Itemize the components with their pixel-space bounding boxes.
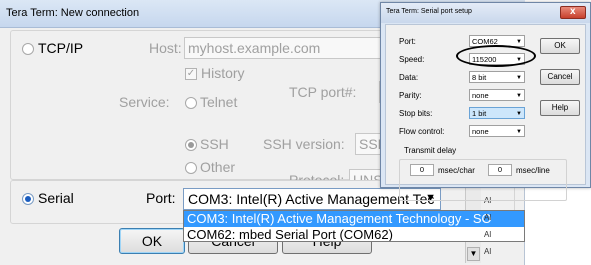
- sp-parity-label: Parity:: [399, 91, 422, 100]
- ssh-label: SSH: [200, 136, 229, 152]
- serial-port-setup-window: Tera Term: Serial port setup Port: COM62…: [380, 2, 591, 201]
- port-dropdown-list[interactable]: COM3: Intel(R) Active Management Technol…: [183, 210, 525, 242]
- close-icon[interactable]: [560, 6, 586, 19]
- sp-stop-label: Stop bits:: [399, 109, 433, 118]
- ssh-radio[interactable]: [185, 139, 197, 151]
- side-list-item: Al: [484, 247, 492, 256]
- tcp-ip-label: TCP/IP: [38, 40, 84, 56]
- history-checkbox[interactable]: ✓: [185, 68, 197, 80]
- sp-stop-value: 1 bit: [472, 109, 487, 118]
- checkmark-icon: ✓: [186, 68, 196, 79]
- sp-parity-select[interactable]: none ▼: [469, 89, 525, 101]
- tcp-port-label: TCP port#:: [289, 84, 357, 100]
- sp-cancel-button[interactable]: Cancel: [540, 69, 580, 85]
- ssh-version-label: SSH version:: [263, 136, 345, 152]
- line-delay-unit: msec/line: [516, 166, 550, 175]
- window-title: Tera Term: New connection: [6, 7, 140, 19]
- sp-parity-value: none: [472, 91, 489, 100]
- port-label: Port:: [146, 190, 176, 206]
- sp-port-label: Port:: [399, 37, 416, 46]
- port-option[interactable]: COM3: Intel(R) Active Management Technol…: [184, 211, 524, 227]
- sp-ok-button[interactable]: OK: [540, 38, 580, 54]
- sp-flow-value: none: [472, 127, 489, 136]
- sp-flow-select[interactable]: none ▼: [469, 125, 525, 137]
- side-list-item: Al: [484, 230, 492, 239]
- chevron-down-icon: ▼: [516, 93, 522, 99]
- history-label: History: [201, 65, 245, 81]
- other-radio[interactable]: [185, 162, 197, 174]
- sp-data-select[interactable]: 8 bit ▼: [469, 71, 525, 83]
- telnet-label: Telnet: [200, 94, 238, 110]
- tcp-ip-radio[interactable]: [22, 43, 34, 55]
- host-label: Host:: [149, 40, 182, 56]
- port-option[interactable]: COM62: mbed Serial Port (COM62): [184, 227, 524, 241]
- sp-speed-label: Speed:: [399, 55, 425, 64]
- transmit-delay-label: Transmit delay: [404, 146, 457, 155]
- sp-help-button[interactable]: Help: [540, 100, 580, 116]
- side-list-item: Al: [484, 213, 492, 222]
- serial-radio[interactable]: [22, 193, 34, 205]
- service-label: Service:: [119, 94, 170, 110]
- chevron-down-icon: ▼: [516, 129, 522, 135]
- port-select-value: COM3: Intel(R) Active Management Tec: [188, 191, 435, 207]
- serial-setup-title: Tera Term: Serial port setup: [386, 8, 472, 15]
- sp-data-value: 8 bit: [472, 73, 487, 82]
- scroll-down-icon[interactable]: ▼: [467, 247, 480, 261]
- sp-flow-label: Flow control:: [399, 127, 445, 136]
- chevron-down-icon: ▼: [516, 111, 522, 117]
- serial-label: Serial: [38, 190, 74, 206]
- ok-button[interactable]: OK: [119, 228, 185, 254]
- char-delay-unit: msec/char: [438, 166, 475, 175]
- sp-stop-select[interactable]: 1 bit ▼: [469, 107, 525, 119]
- telnet-radio[interactable]: [185, 97, 197, 109]
- other-label: Other: [200, 159, 236, 175]
- sp-data-label: Data:: [399, 73, 419, 82]
- speed-highlight-ellipse: [456, 45, 536, 67]
- char-delay-input[interactable]: 0: [410, 164, 434, 176]
- chevron-down-icon: ▼: [516, 75, 522, 81]
- host-input[interactable]: myhost.example.com: [184, 37, 399, 59]
- line-delay-input[interactable]: 0: [488, 164, 512, 176]
- serial-setup-title-bar: Tera Term: Serial port setup: [381, 3, 590, 23]
